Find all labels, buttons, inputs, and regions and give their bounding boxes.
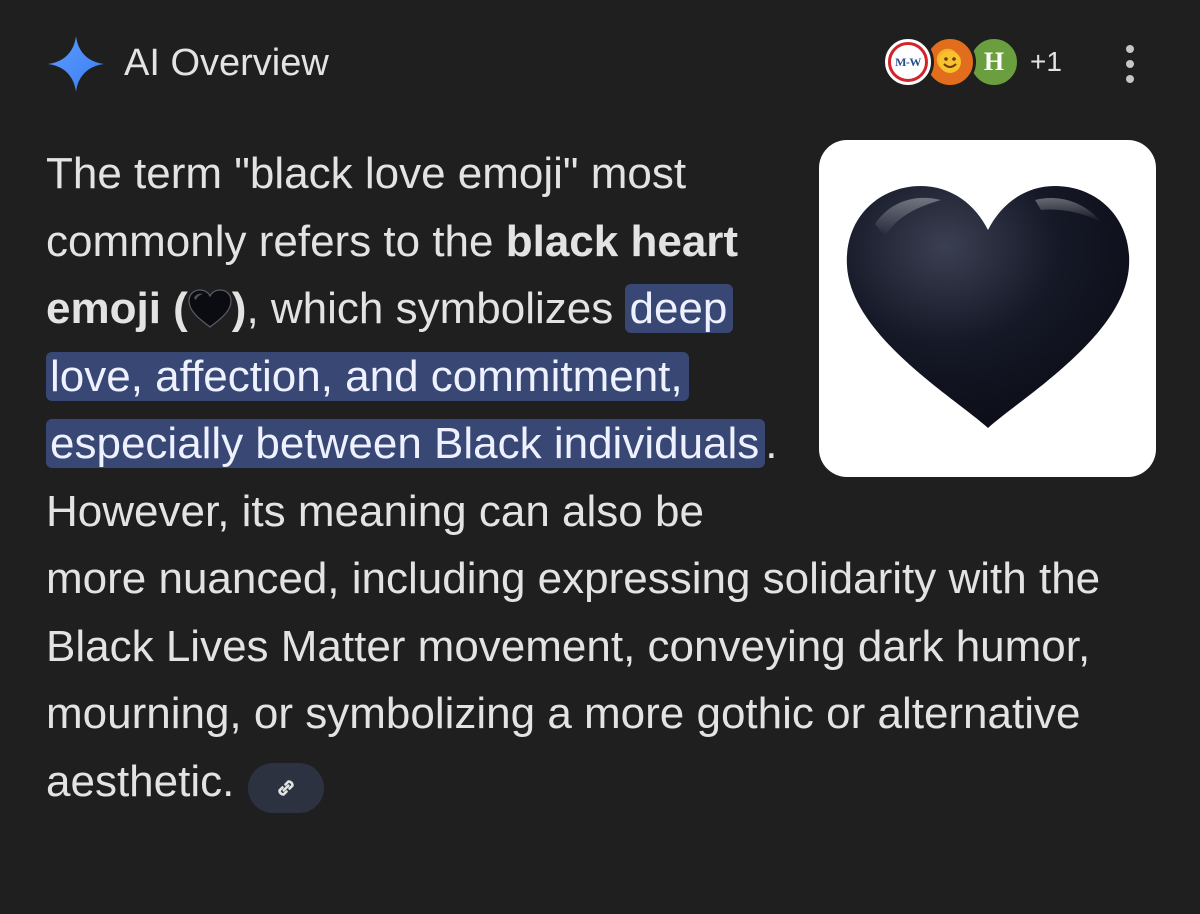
more-vert-icon[interactable] bbox=[1108, 42, 1152, 86]
link-icon bbox=[278, 779, 295, 796]
black-heart-icon bbox=[846, 186, 1130, 428]
source-link-button[interactable] bbox=[248, 762, 325, 813]
merriam-webster-source-icon[interactable]: M-W bbox=[882, 36, 934, 88]
emoji-face-icon bbox=[939, 51, 961, 73]
source-avatars[interactable]: M-W H +1 bbox=[882, 36, 1082, 92]
answer-text-part-2: , which symbolizes bbox=[246, 284, 626, 333]
menu-dot bbox=[1126, 60, 1134, 68]
ai-overview-header: AI Overview M-W H +1 bbox=[0, 0, 1200, 120]
sparkle-icon bbox=[48, 36, 104, 92]
black-heart-image[interactable] bbox=[819, 140, 1156, 477]
inline-black-heart-icon bbox=[188, 289, 232, 328]
h-source-label: H bbox=[983, 47, 1005, 76]
answer-bold-term-close: ) bbox=[231, 284, 247, 333]
menu-dot bbox=[1126, 45, 1134, 53]
merriam-webster-logo: M-W bbox=[888, 42, 928, 82]
ai-overview-title: AI Overview bbox=[124, 42, 329, 84]
more-sources-count[interactable]: +1 bbox=[1030, 44, 1062, 80]
overview-answer-text: The term "black love emoji" most commonl… bbox=[46, 140, 1156, 815]
menu-dot bbox=[1126, 75, 1134, 83]
